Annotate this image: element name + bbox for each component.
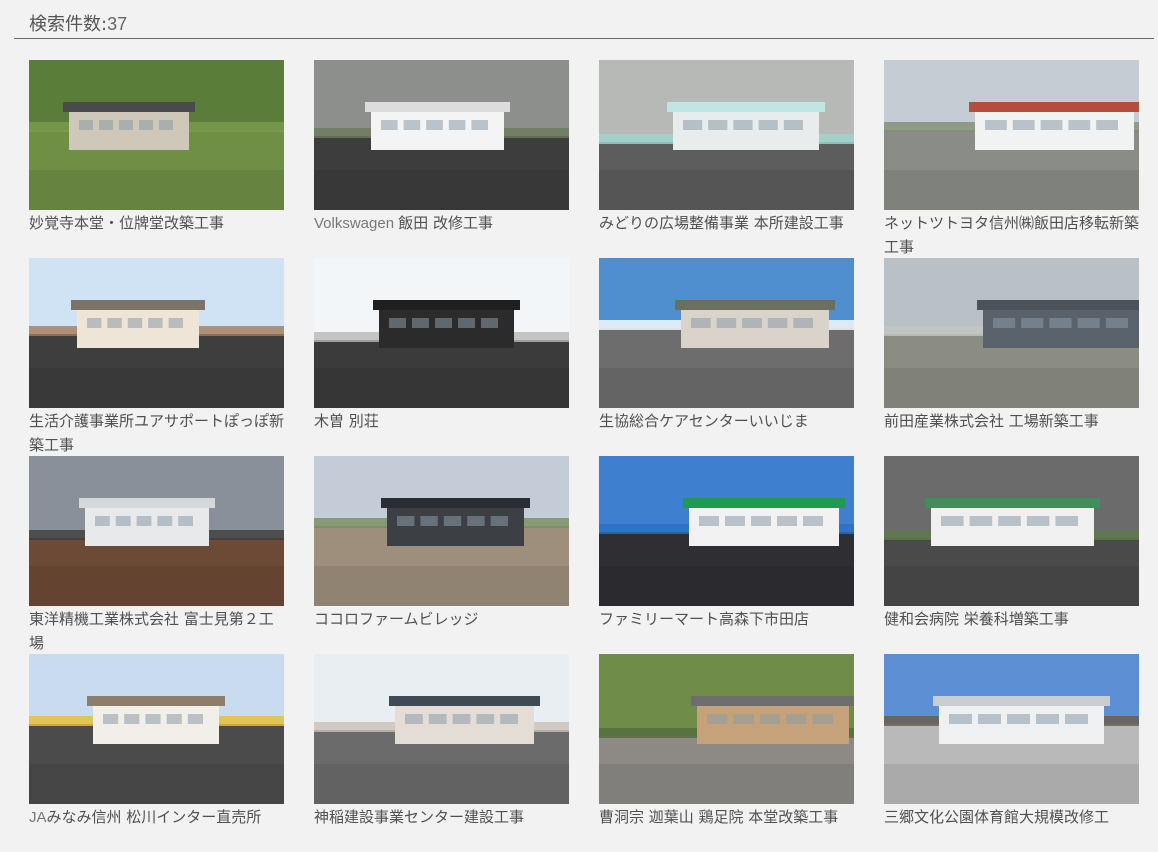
project-title[interactable]: 木曽 別荘 (314, 409, 569, 433)
project-card[interactable]: 前田産業株式会社 工場新築工事 (884, 258, 1139, 456)
project-photo-image (599, 654, 854, 804)
project-photo-image (29, 258, 284, 408)
project-photo-image (599, 60, 854, 210)
project-title[interactable]: 生協総合ケアセンターいいじま (599, 409, 854, 433)
result-count-label: 検索件数: (29, 14, 108, 35)
project-photo-image (29, 654, 284, 804)
project-photo-image (29, 456, 284, 606)
project-photo[interactable] (599, 258, 854, 408)
project-title-latin: Volkswagen (314, 215, 399, 232)
project-card[interactable]: ココロファームビレッジ (314, 456, 569, 654)
project-card[interactable]: 生協総合ケアセンターいいじま (599, 258, 854, 456)
project-photo[interactable] (314, 60, 569, 210)
project-title[interactable]: 妙覚寺本堂・位牌堂改築工事 (29, 211, 284, 235)
project-title[interactable]: みどりの広場整備事業 本所建設工事 (599, 211, 854, 235)
project-card[interactable]: 東洋精機工業株式会社 富士見第２工場 (29, 456, 284, 654)
project-card[interactable]: ファミリーマート高森下市田店 (599, 456, 854, 654)
project-photo[interactable] (29, 456, 284, 606)
project-photo-image (314, 258, 569, 408)
project-photo[interactable] (314, 258, 569, 408)
project-photo[interactable] (314, 456, 569, 606)
project-title-text: 前田産業株式会社 工場新築工事 (884, 412, 1099, 430)
project-card[interactable]: 妙覚寺本堂・位牌堂改築工事 (29, 60, 284, 258)
results-header: 検索件数:37 (14, 0, 1154, 39)
project-photo-image (314, 456, 569, 606)
project-title-text: みどりの広場整備事業 本所建設工事 (599, 214, 844, 232)
project-grid: 妙覚寺本堂・位牌堂改築工事 Volkswagen 飯田 改修工事 みどりの広場整備事… (29, 60, 1139, 827)
project-photo[interactable] (884, 654, 1139, 804)
project-photo-image (884, 60, 1139, 210)
project-photo-image (884, 456, 1139, 606)
project-title-latin: JA (29, 809, 47, 826)
project-photo[interactable] (884, 456, 1139, 606)
project-title[interactable]: 東洋精機工業株式会社 富士見第２工場 (29, 607, 284, 655)
project-photo[interactable] (599, 456, 854, 606)
project-title-text: ファミリーマート高森下市田店 (599, 610, 810, 628)
project-photo[interactable] (29, 60, 284, 210)
project-photo-image (884, 258, 1139, 408)
project-photo-image (314, 60, 569, 210)
project-title[interactable]: ネットツトヨタ信州㈱飯田店移転新築工事 (884, 211, 1139, 259)
project-title-text: 健和会病院 栄養科増築工事 (884, 610, 1069, 628)
project-card[interactable]: 健和会病院 栄養科増築工事 (884, 456, 1139, 654)
project-title-text: ネットツトヨタ信州㈱飯田店移転新築工事 (884, 214, 1140, 256)
project-title-text: 曹洞宗 迦葉山 鶏足院 本堂改築工事 (599, 808, 839, 826)
project-title[interactable]: JAみなみ信州 松川インター直売所 (29, 805, 284, 830)
project-photo[interactable] (599, 60, 854, 210)
project-title-text: 生活介護事業所ユアサポートぽっぽ新築工事 (29, 412, 285, 454)
project-card[interactable]: 三郷文化公園体育館大規模改修工 (884, 654, 1139, 852)
project-title[interactable]: 生活介護事業所ユアサポートぽっぽ新築工事 (29, 409, 284, 457)
project-photo-image (599, 456, 854, 606)
project-title-text: 木曽 別荘 (314, 412, 379, 430)
project-card[interactable]: みどりの広場整備事業 本所建設工事 (599, 60, 854, 258)
project-title[interactable]: 前田産業株式会社 工場新築工事 (884, 409, 1139, 433)
project-card[interactable]: Volkswagen 飯田 改修工事 (314, 60, 569, 258)
project-title-text: 三郷文化公園体育館大規模改修工 (884, 808, 1110, 826)
project-card[interactable]: JAみなみ信州 松川インター直売所 (29, 654, 284, 852)
project-photo[interactable] (314, 654, 569, 804)
project-photo-image (599, 258, 854, 408)
project-title[interactable]: 三郷文化公園体育館大規模改修工 (884, 805, 1139, 829)
result-count-value: 37 (107, 14, 128, 34)
project-photo[interactable] (29, 654, 284, 804)
project-title[interactable]: ココロファームビレッジ (314, 607, 569, 631)
project-photo-image (884, 654, 1139, 804)
project-title[interactable]: ファミリーマート高森下市田店 (599, 607, 854, 631)
project-title-text: 東洋精機工業株式会社 富士見第２工場 (29, 610, 274, 652)
project-photo-image (29, 60, 284, 210)
project-photo-image (314, 654, 569, 804)
project-title-text: 飯田 改修工事 (398, 214, 494, 232)
project-title-text: 生協総合ケアセンターいいじま (599, 412, 809, 430)
project-photo[interactable] (599, 654, 854, 804)
project-card[interactable]: 木曽 別荘 (314, 258, 569, 456)
project-title-text: 神稲建設事業センター建設工事 (314, 808, 525, 826)
project-title[interactable]: 健和会病院 栄養科増築工事 (884, 607, 1139, 631)
project-photo[interactable] (884, 60, 1139, 210)
project-title[interactable]: Volkswagen 飯田 改修工事 (314, 211, 569, 236)
project-card[interactable]: 神稲建設事業センター建設工事 (314, 654, 569, 852)
project-photo[interactable] (884, 258, 1139, 408)
project-title[interactable]: 神稲建設事業センター建設工事 (314, 805, 569, 829)
project-title-text: ココロファームビレッジ (314, 610, 479, 628)
project-card[interactable]: ネットツトヨタ信州㈱飯田店移転新築工事 (884, 60, 1139, 258)
project-title-text: 妙覚寺本堂・位牌堂改築工事 (29, 214, 225, 232)
project-title[interactable]: 曹洞宗 迦葉山 鶏足院 本堂改築工事 (599, 805, 854, 829)
project-card[interactable]: 生活介護事業所ユアサポートぽっぽ新築工事 (29, 258, 284, 456)
project-title-text: みなみ信州 松川インター直売所 (46, 808, 262, 826)
result-count: 検索件数:37 (29, 12, 127, 37)
project-card[interactable]: 曹洞宗 迦葉山 鶏足院 本堂改築工事 (599, 654, 854, 852)
project-photo[interactable] (29, 258, 284, 408)
